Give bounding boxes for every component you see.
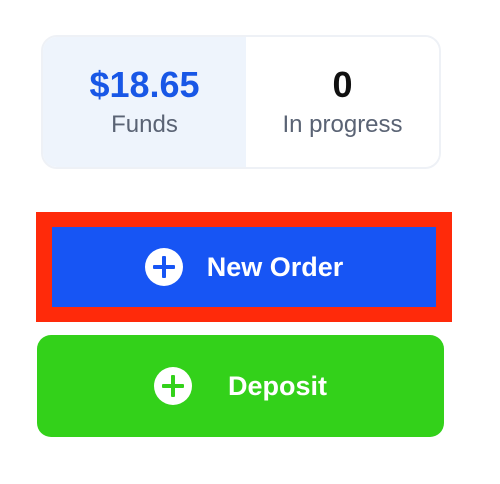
in-progress-label: In progress	[282, 111, 403, 138]
in-progress-stat: 0 In progress	[246, 37, 439, 167]
deposit-label: Deposit	[227, 370, 327, 401]
new-order-label: New Order	[206, 251, 344, 282]
funds-stat: $18.65 Funds	[43, 37, 246, 167]
plus-circle-icon	[144, 248, 183, 286]
deposit-button[interactable]: Deposit	[37, 335, 444, 437]
funds-value: $18.65	[89, 64, 200, 105]
stats-card: $18.65 Funds 0 In progress	[41, 35, 441, 169]
new-order-button[interactable]: New Order	[52, 227, 436, 307]
funds-label: Funds	[111, 111, 178, 138]
plus-circle-icon	[153, 367, 192, 405]
in-progress-value: 0	[332, 64, 353, 105]
